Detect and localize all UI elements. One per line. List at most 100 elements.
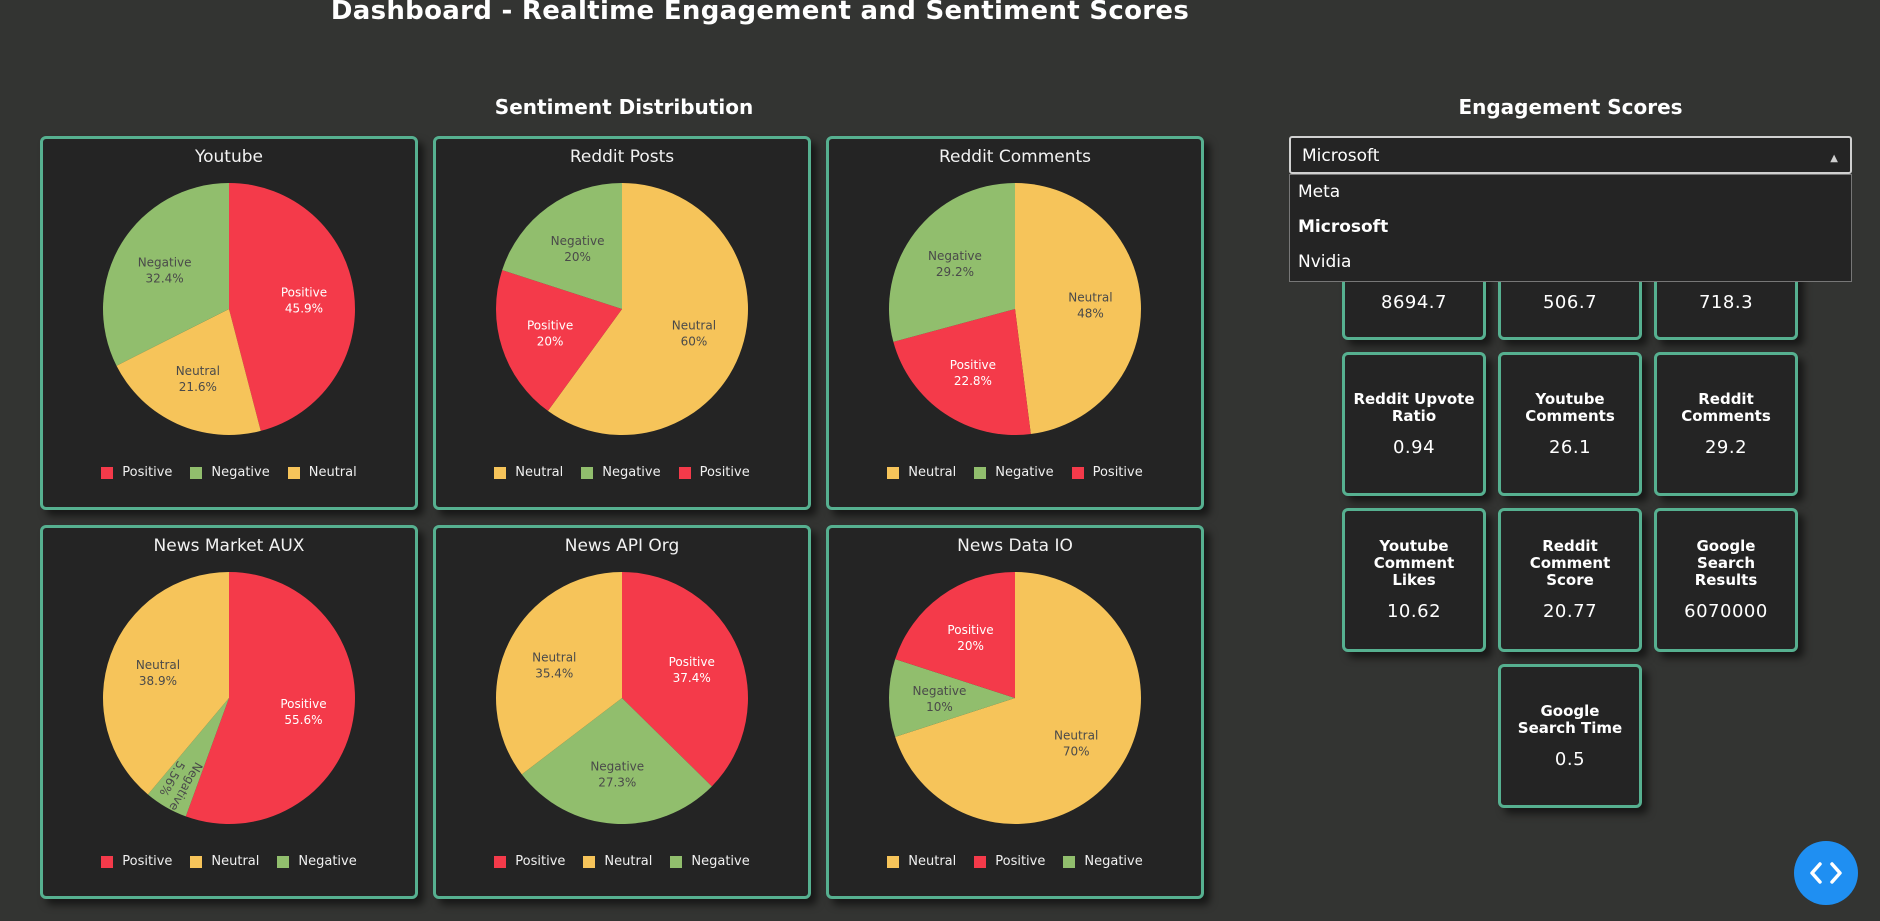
legend-swatch	[581, 466, 594, 479]
legend-label: Neutral	[211, 854, 260, 869]
legend-item-positive[interactable]: Positive	[678, 465, 750, 480]
legend-item-negative[interactable]: Negative	[277, 854, 357, 869]
metric-card-google-search-time: Google Search Time 0.5	[1498, 664, 1642, 808]
slice-label-value: 32.4%	[146, 271, 184, 285]
slice-label-value: 22.8%	[954, 374, 992, 388]
legend-swatch	[974, 466, 987, 479]
chart-legend: Neutral Positive Negative	[829, 854, 1201, 869]
legend-swatch	[887, 855, 900, 868]
slice-label-name: Neutral	[532, 650, 576, 664]
legend-label: Negative	[298, 854, 357, 869]
metric-label: Reddit Comments	[1681, 389, 1771, 425]
legend-item-positive[interactable]: Positive	[1071, 465, 1143, 480]
legend-swatch	[494, 466, 507, 479]
legend-label: Positive	[699, 465, 750, 480]
metric-value: 6070000	[1684, 601, 1768, 622]
legend-label: Neutral	[604, 854, 653, 869]
slice-label-value: 48%	[1077, 306, 1104, 320]
option-microsoft[interactable]: Microsoft	[1290, 210, 1851, 245]
legend-label: Negative	[995, 465, 1054, 480]
legend-item-neutral[interactable]: Neutral	[887, 854, 956, 869]
legend-item-positive[interactable]: Positive	[101, 465, 172, 480]
legend-swatch	[101, 466, 114, 479]
legend-item-neutral[interactable]: Neutral	[287, 465, 357, 480]
slice-label-name: Negative	[928, 249, 982, 263]
legend-item-neutral[interactable]: Neutral	[583, 854, 652, 869]
legend-item-negative[interactable]: Negative	[670, 854, 750, 869]
code-toggle-button[interactable]	[1794, 841, 1858, 905]
metric-value: 718.3	[1698, 292, 1754, 313]
legend-swatch	[190, 466, 203, 479]
legend-swatch	[583, 855, 596, 868]
chart-panel-news-api-org: News API Org Positive 37.4% Negative 27.3% N…	[433, 525, 811, 899]
legend-label: Positive	[122, 465, 173, 480]
legend-swatch	[287, 466, 300, 479]
slice-label-name: Positive	[947, 623, 993, 637]
legend-label: Negative	[1084, 854, 1143, 869]
legend-item-positive[interactable]: Positive	[101, 854, 172, 869]
pie-chart: Positive 45.9% Neutral 21.6% Negative 32.4%	[103, 183, 356, 436]
legend-item-positive[interactable]: Positive	[494, 854, 565, 869]
slice-label-value: 29.2%	[936, 265, 974, 279]
legend-label: Positive	[995, 854, 1046, 869]
slice-label-value: 20%	[564, 250, 591, 264]
slice-label-name: Neutral	[136, 658, 180, 672]
company-select-value: Microsoft	[1302, 146, 1380, 166]
option-nvidia[interactable]: Nvidia	[1290, 245, 1851, 280]
chart-legend: Positive Neutral Negative	[43, 854, 415, 869]
sentiment-section-title: Sentiment Distribution	[494, 95, 754, 119]
legend-item-negative[interactable]: Negative	[581, 465, 661, 480]
slice-label-value: 21.6%	[179, 380, 217, 394]
chart-legend: Neutral Negative Positive	[436, 465, 808, 480]
engagement-section-title: Engagement Scores	[1458, 95, 1683, 119]
slice-label-name: Negative	[590, 759, 644, 773]
slice-label-name: Neutral	[1054, 728, 1098, 742]
metric-card-reddit-upvote-ratio: Reddit Upvote Ratio 0.94	[1342, 352, 1486, 496]
pie-chart: Positive 37.4% Negative 27.3% Neutral 35.4%	[496, 572, 748, 824]
metric-card-google-search-results: Google Search Results 6070000	[1654, 508, 1798, 652]
metric-label: Reddit Comment Score	[1529, 537, 1611, 589]
slice-label-name: Positive	[280, 697, 326, 711]
option-meta[interactable]: Meta	[1290, 175, 1851, 210]
legend-label: Neutral	[515, 465, 564, 480]
caret-up-icon[interactable]: ▲	[1830, 153, 1838, 164]
legend-label: Positive	[515, 854, 566, 869]
chart-panel-reddit-posts: Reddit Posts Neutral 60% Positive 20% Negati…	[433, 136, 811, 510]
legend-item-negative[interactable]: Negative	[1063, 854, 1143, 869]
code-brackets-icon	[1810, 862, 1842, 884]
metric-label: Google Search Time	[1517, 701, 1623, 737]
legend-swatch	[678, 466, 691, 479]
slice-label-name: Positive	[527, 318, 573, 332]
page-title: Dashboard - Realtime Engagement and Sent…	[330, 0, 1190, 26]
metric-value: 506.7	[1542, 292, 1598, 313]
pie-chart: Positive55.6%Negative5.56%Neutral38.9%	[103, 572, 355, 824]
metric-value: 10.62	[1386, 601, 1442, 622]
slice-label-name: Negative	[912, 684, 966, 698]
legend-item-neutral[interactable]: Neutral	[494, 465, 563, 480]
chart-legend: Neutral Negative Positive	[829, 465, 1201, 480]
metric-value: 29.2	[1704, 436, 1748, 458]
legend-label: Negative	[602, 465, 661, 480]
metric-value: 20.77	[1542, 601, 1598, 622]
legend-swatch	[887, 466, 900, 479]
slice-label-value: 20%	[537, 334, 564, 348]
slice-label-name: Positive	[281, 285, 327, 299]
pie-chart: Neutral 70% Negative 10% Positive 20%	[889, 572, 1141, 824]
legend-item-positive[interactable]: Positive	[974, 854, 1045, 869]
slice-label-value: 38.9%	[139, 674, 177, 688]
slice-label-value: 37.4%	[673, 671, 711, 685]
legend-item-negative[interactable]: Negative	[974, 465, 1054, 480]
legend-item-negative[interactable]: Negative	[190, 465, 270, 480]
slice-label-value: 55.6%	[284, 713, 322, 727]
metric-label: Youtube Comments	[1525, 389, 1615, 425]
metric-value: 0.5	[1554, 748, 1586, 770]
slice-label-value: 35.4%	[535, 666, 573, 680]
legend-item-neutral[interactable]: Neutral	[887, 465, 956, 480]
slice-label-name: Positive	[669, 655, 715, 669]
legend-swatch	[494, 855, 507, 868]
legend-label: Negative	[211, 465, 270, 480]
legend-item-neutral[interactable]: Neutral	[190, 854, 259, 869]
pie-chart: Neutral 48% Positive 22.8% Negative 29.2%	[889, 183, 1141, 435]
legend-swatch	[277, 855, 290, 868]
company-select[interactable]: Microsoft ▲	[1289, 136, 1852, 174]
